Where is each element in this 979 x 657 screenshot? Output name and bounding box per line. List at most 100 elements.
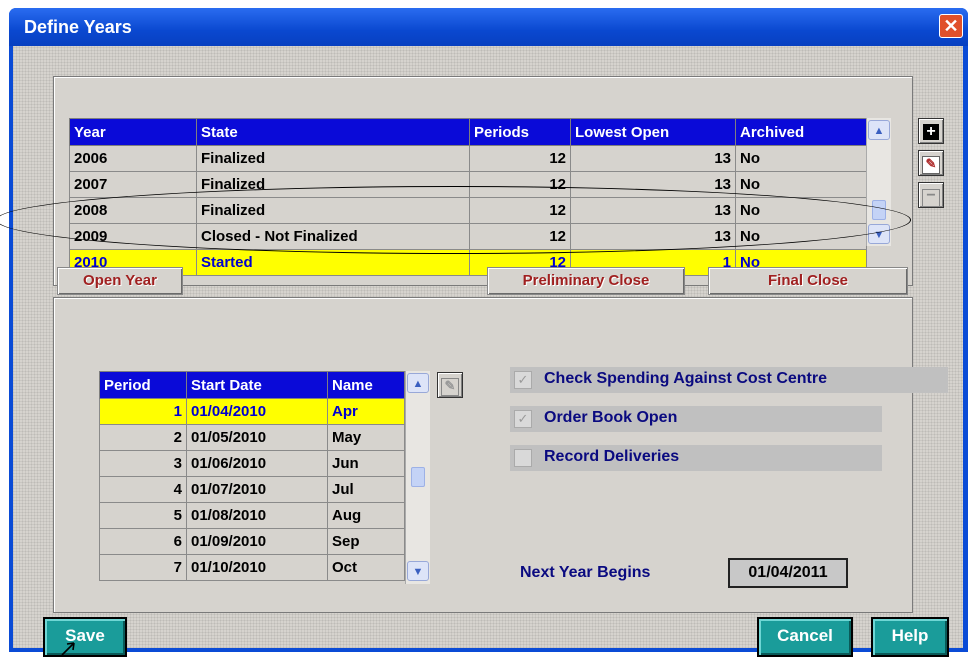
pencil-icon: ✎ [441,378,459,396]
open-year-button[interactable]: Open Year [57,267,183,295]
scroll-down-icon[interactable]: ▼ [868,224,890,244]
preliminary-close-button[interactable]: Preliminary Close [487,267,685,295]
next-year-value: 01/04/2011 [728,558,848,588]
col-lowest-open[interactable]: Lowest Open [570,118,736,146]
cell-start-date: 01/08/2010 [186,502,328,529]
table-row[interactable]: 2008 Finalized 12 13 No [69,197,867,224]
cell-name: Jun [327,450,405,477]
cell-lowest-open: 13 [570,223,736,250]
cell-year: 2009 [69,223,197,250]
table-row[interactable]: 2 01/05/2010 May [99,424,405,451]
table-row[interactable]: 2006 Finalized 12 13 No [69,145,867,172]
cancel-button[interactable]: Cancel [757,617,853,657]
cell-periods: 12 [469,145,571,172]
cell-period: 1 [99,398,187,425]
cell-state: Finalized [196,145,470,172]
table-row[interactable]: 3 01/06/2010 Jun [99,450,405,477]
cell-start-date: 01/04/2010 [186,398,328,425]
pencil-icon: ✎ [922,156,940,174]
scroll-down-icon[interactable]: ▼ [407,561,429,581]
cell-period: 4 [99,476,187,503]
cell-year: 2008 [69,197,197,224]
cell-state: Finalized [196,171,470,198]
cell-state: Finalized [196,197,470,224]
col-name[interactable]: Name [327,371,405,399]
cell-name: Oct [327,554,405,581]
edit-year-button[interactable]: ✎ [918,150,944,176]
edit-period-button[interactable]: ✎ [437,372,463,398]
cell-state: Closed - Not Finalized [196,223,470,250]
record-deliveries-label: Record Deliveries [544,448,680,465]
window-title: Define Years [24,17,132,37]
order-book-open-checkbox[interactable]: ✓ Order Book Open [510,406,882,432]
periods-table-header: Period Start Date Name [99,371,405,399]
cell-start-date: 01/07/2010 [186,476,328,503]
check-spending-checkbox[interactable]: ✓ Check Spending Against Cost Centre [510,367,948,393]
record-deliveries-checkbox[interactable]: Record Deliveries [510,445,882,471]
years-scrollbar[interactable]: ▲ ▼ [866,118,891,246]
table-row-selected[interactable]: 1 01/04/2010 Apr [99,398,405,425]
save-button[interactable]: Save [43,617,127,657]
next-year-label: Next Year Begins [520,564,651,581]
table-row[interactable]: 5 01/08/2010 Aug [99,502,405,529]
cell-periods: 12 [469,197,571,224]
cell-start-date: 01/06/2010 [186,450,328,477]
col-archived[interactable]: Archived [735,118,867,146]
cell-name: Apr [327,398,405,425]
table-row[interactable]: 2007 Finalized 12 13 No [69,171,867,198]
minus-icon: − [922,188,940,207]
years-table: Year State Periods Lowest Open Archived … [69,118,867,276]
table-row[interactable]: 6 01/09/2010 Sep [99,528,405,555]
col-period[interactable]: Period [99,371,187,399]
help-button[interactable]: Help [871,617,949,657]
final-close-button[interactable]: Final Close [708,267,908,295]
mouse-pointer-icon [61,642,75,656]
cell-periods: 12 [469,223,571,250]
cell-period: 6 [99,528,187,555]
table-row[interactable]: 2009 Closed - Not Finalized 12 13 No [69,223,867,250]
cell-name: Aug [327,502,405,529]
table-row[interactable]: 7 01/10/2010 Oct [99,554,405,581]
check-spending-label: Check Spending Against Cost Centre [544,370,827,387]
cell-archived: No [735,197,867,224]
cell-archived: No [735,223,867,250]
cell-period: 2 [99,424,187,451]
scroll-up-icon[interactable]: ▲ [407,373,429,393]
cell-lowest-open: 13 [570,145,736,172]
close-button[interactable]: ✕ [939,14,963,38]
periods-scrollbar[interactable]: ▲ ▼ [405,371,430,584]
col-periods[interactable]: Periods [469,118,571,146]
scroll-thumb[interactable] [411,467,425,487]
checkbox-empty-icon [514,449,532,467]
title-bar[interactable]: Define Years ✕ [9,8,968,46]
cell-period: 5 [99,502,187,529]
cell-archived: No [735,145,867,172]
periods-table: Period Start Date Name 1 01/04/2010 Apr … [99,371,405,581]
cell-period: 3 [99,450,187,477]
cell-archived: No [735,171,867,198]
check-icon: ✓ [514,371,532,389]
dialog-body: Year State Periods Lowest Open Archived … [13,46,963,657]
define-years-window: Define Years ✕ Year State Periods Lowest… [9,8,968,657]
scroll-thumb[interactable] [872,200,886,220]
years-table-header: Year State Periods Lowest Open Archived [69,118,867,146]
table-row[interactable]: 4 01/07/2010 Jul [99,476,405,503]
scroll-up-icon[interactable]: ▲ [868,120,890,140]
cell-start-date: 01/05/2010 [186,424,328,451]
plus-icon: + [923,124,939,140]
cell-lowest-open: 13 [570,171,736,198]
order-book-open-label: Order Book Open [544,409,678,426]
cell-name: Jul [327,476,405,503]
cell-name: Sep [327,528,405,555]
cell-lowest-open: 13 [570,197,736,224]
check-icon: ✓ [514,410,532,428]
col-year[interactable]: Year [69,118,197,146]
cell-start-date: 01/09/2010 [186,528,328,555]
cell-start-date: 01/10/2010 [186,554,328,581]
cell-year: 2007 [69,171,197,198]
add-year-button[interactable]: + [918,118,944,144]
delete-year-button[interactable]: − [918,182,944,208]
cell-year: 2006 [69,145,197,172]
col-start-date[interactable]: Start Date [186,371,328,399]
col-state[interactable]: State [196,118,470,146]
